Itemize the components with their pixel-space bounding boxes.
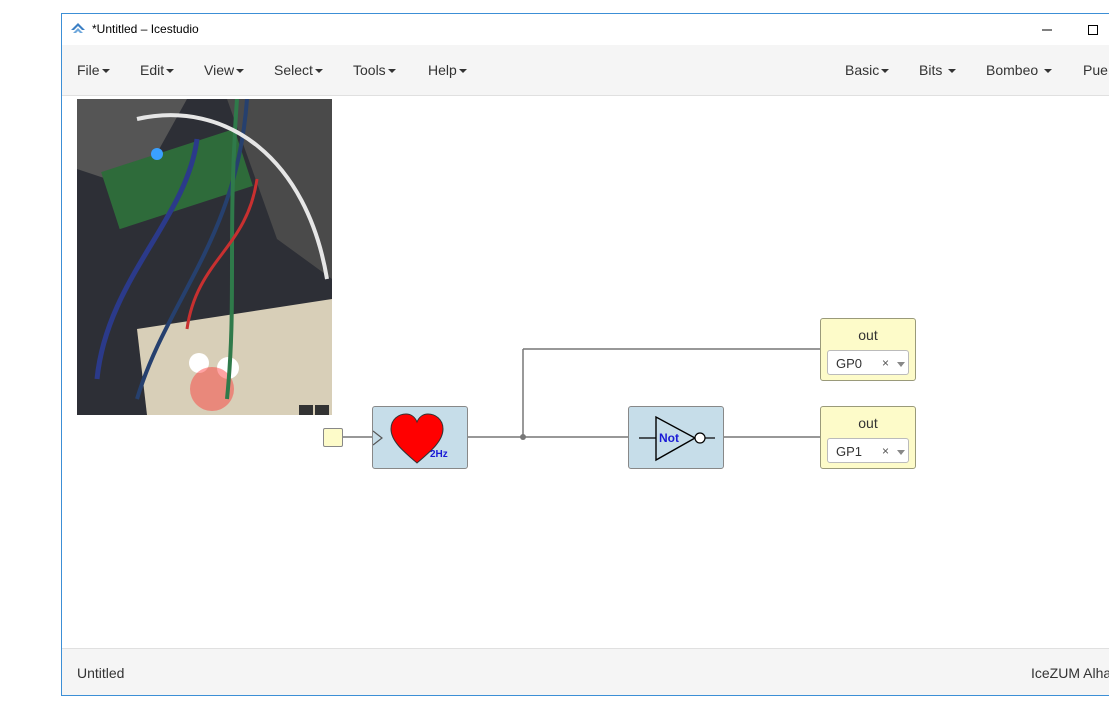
menu-view[interactable]: View (204, 62, 245, 78)
input-port[interactable] (323, 428, 343, 447)
heart-block[interactable]: 2Hz (372, 406, 468, 469)
menu-label: Pue (1083, 62, 1108, 78)
menu-tools[interactable]: Tools (353, 62, 396, 78)
output-block-label: out (858, 327, 878, 343)
menu-edit[interactable]: Edit (140, 62, 175, 78)
clear-icon[interactable]: × (882, 356, 889, 370)
minimize-button[interactable] (1024, 14, 1070, 45)
chevron-down-icon (236, 69, 245, 74)
chevron-down-icon[interactable] (897, 450, 905, 455)
maximize-icon (1088, 25, 1098, 36)
title-bar: *Untitled – Icestudio (62, 14, 1109, 45)
menu-select[interactable]: Select (274, 62, 323, 78)
window-title: *Untitled – Icestudio (92, 22, 199, 36)
heart-icon (372, 413, 444, 464)
pin-select[interactable]: GP1 × (827, 438, 909, 463)
menu-bar: File Edit View Select Tools Help Basic B… (62, 45, 1109, 96)
chevron-down-icon (387, 69, 396, 74)
chevron-down-icon (458, 69, 467, 74)
design-canvas[interactable]: 2Hz Not out GP0 × out GP1 × (62, 96, 1109, 648)
chevron-down-icon (881, 69, 890, 74)
menu-label: File (77, 62, 100, 78)
project-name: Untitled (77, 665, 125, 681)
menu-bombeo[interactable]: Bombeo (986, 62, 1053, 78)
pin-select[interactable]: GP0 × (827, 350, 909, 375)
menu-basic[interactable]: Basic (845, 62, 890, 78)
maximize-button[interactable] (1070, 14, 1109, 45)
menu-label: Edit (140, 62, 165, 78)
app-window: *Untitled – Icestudio File Edit View Sel… (61, 13, 1109, 696)
not-block[interactable]: Not (628, 406, 724, 469)
menu-label: Bombeo (986, 62, 1039, 78)
menu-help[interactable]: Help (428, 62, 467, 78)
chevron-down-icon (101, 69, 110, 74)
menu-label: Basic (845, 62, 880, 78)
menu-label: Help (428, 62, 457, 78)
menu-label: Select (274, 62, 313, 78)
menu-file[interactable]: File (77, 62, 110, 78)
pin-select-value: GP1 (836, 444, 863, 459)
minimize-icon (1042, 29, 1052, 31)
chevron-down-icon (314, 69, 323, 74)
menu-label: Tools (353, 62, 386, 78)
board-name[interactable]: IceZUM Alha (1031, 665, 1109, 681)
icestudio-logo-icon (71, 23, 85, 33)
pin-select-value: GP0 (836, 356, 863, 371)
chevron-down-icon[interactable] (897, 362, 905, 367)
menu-label: View (204, 62, 235, 78)
menu-pue[interactable]: Pue (1083, 62, 1108, 78)
chevron-down-icon (948, 69, 957, 74)
chevron-down-icon (166, 69, 175, 74)
menu-bits[interactable]: Bits (919, 62, 957, 78)
chevron-down-icon (1044, 69, 1053, 74)
output-block-gp1[interactable]: out GP1 × (820, 406, 916, 469)
not-block-label: Not (659, 431, 679, 445)
output-block-label: out (858, 415, 878, 431)
wires (343, 348, 820, 440)
clear-icon[interactable]: × (882, 444, 889, 458)
heart-block-label: 2Hz (430, 449, 448, 460)
output-block-gp0[interactable]: out GP0 × (820, 318, 916, 381)
menu-label: Bits (919, 62, 943, 78)
status-bar: Untitled IceZUM Alha (62, 648, 1109, 695)
